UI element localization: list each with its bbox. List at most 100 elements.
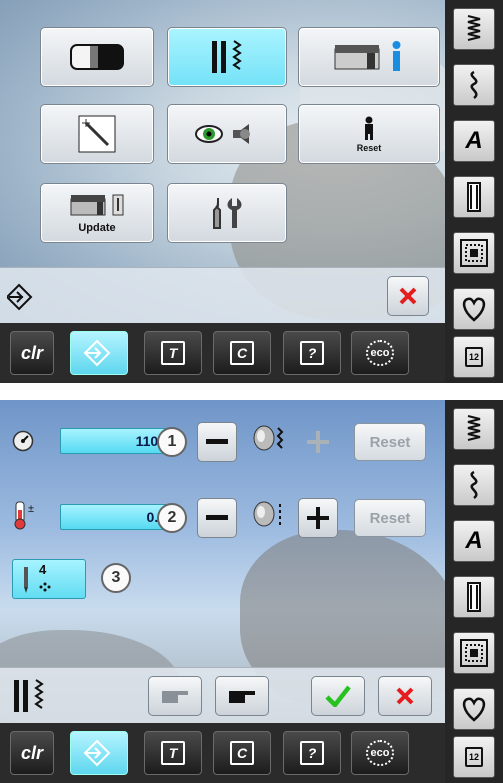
- setup-screen: Reset Update clr T C ? eco A 12: [0, 0, 503, 383]
- help-button[interactable]: ?: [283, 731, 341, 775]
- setup-program-button[interactable]: [70, 331, 128, 375]
- callout-2-label: 2: [167, 509, 177, 526]
- hand-point-icon: [229, 691, 255, 703]
- stitch-settings-lower-panel: [0, 667, 445, 723]
- position-dots-icon: [39, 582, 51, 592]
- pages-label: 12: [464, 747, 483, 767]
- stitch-settings-main-area: 1100 1 Reset ± 0.0 2 Reset 4 3: [0, 400, 445, 723]
- presser-foot-button[interactable]: [215, 676, 269, 716]
- pages-label: 12: [464, 347, 483, 367]
- buttonholes-button[interactable]: [453, 176, 495, 218]
- wave-stitch-icon: [470, 70, 478, 99]
- thermometer-icon: ±: [14, 501, 34, 530]
- tools-icon: [213, 198, 242, 229]
- update-button[interactable]: Update: [40, 183, 154, 243]
- tension-dial-icon: [253, 501, 281, 527]
- alphabets-button[interactable]: A: [453, 120, 495, 162]
- cancel-button[interactable]: [378, 676, 432, 716]
- quilt-icon: [460, 639, 488, 667]
- alphabet-label: A: [465, 127, 483, 154]
- buttonholes-button[interactable]: [453, 576, 495, 618]
- tutorial-button[interactable]: T: [144, 731, 202, 775]
- minus-icon: [206, 439, 228, 444]
- touchscreen-calibration-button[interactable]: [40, 104, 154, 164]
- speed-reset-label: Reset: [369, 433, 411, 451]
- person-icon: [364, 116, 373, 140]
- clear-button[interactable]: clr: [10, 731, 54, 775]
- setup-lower-panel: [0, 267, 445, 323]
- tension-minus-button[interactable]: [197, 498, 237, 538]
- stitch-settings-button[interactable]: [167, 27, 287, 87]
- tutorial-label: T: [161, 341, 185, 365]
- quilt-stitches-button[interactable]: [453, 232, 495, 274]
- quilt-stitches-button[interactable]: [453, 632, 495, 674]
- service-tools-button[interactable]: [167, 183, 287, 243]
- needle-position-button[interactable]: 4: [12, 559, 86, 599]
- decorative-stitches-button[interactable]: [453, 64, 495, 106]
- callout-2: 2: [157, 503, 187, 533]
- tension-reset-button[interactable]: Reset: [354, 499, 426, 537]
- alphabets-button[interactable]: A: [453, 520, 495, 562]
- heart-icon: [462, 297, 486, 322]
- tension-plus-button[interactable]: [298, 498, 338, 538]
- tutorial-button[interactable]: T: [144, 331, 202, 375]
- close-icon: [396, 687, 414, 705]
- confirm-button[interactable]: [311, 676, 365, 716]
- contrast-icon: [70, 44, 124, 70]
- practical-stitches-button[interactable]: [453, 408, 495, 450]
- personal-program-button[interactable]: [453, 288, 495, 330]
- machine-info-icon: [334, 41, 401, 71]
- clr-label: clr: [20, 742, 44, 763]
- callout-1: 1: [157, 427, 187, 457]
- buttonhole-icon: [467, 582, 481, 612]
- callout-3: 3: [101, 563, 131, 593]
- callout-3-label: 3: [111, 569, 121, 586]
- quilt-icon: [460, 239, 488, 267]
- eye-speaker-icon: [195, 124, 250, 144]
- speed-gauge-icon: [12, 430, 34, 452]
- stitch-category-sidebar: A 12: [445, 0, 503, 383]
- bottom-navigation-bar: clr T C ? eco: [0, 323, 445, 383]
- speed-minus-button[interactable]: [197, 422, 237, 462]
- screen-contrast-button[interactable]: [40, 27, 154, 87]
- personal-program-button[interactable]: [453, 688, 495, 730]
- heart-icon: [462, 697, 486, 722]
- speed-plus-button[interactable]: [301, 425, 335, 459]
- plus-icon: [307, 507, 329, 529]
- presser-foot-button-disabled[interactable]: [148, 676, 202, 716]
- wave-stitch-icon: [470, 470, 478, 499]
- tension-reset-label: Reset: [369, 509, 411, 527]
- eco-label: eco: [365, 340, 395, 366]
- thread-tension-dial-icon: [253, 425, 284, 451]
- setup-arrow-icon: [83, 739, 111, 767]
- eco-button[interactable]: eco: [351, 731, 409, 775]
- pages-button[interactable]: 12: [453, 336, 495, 378]
- creative-label: C: [230, 741, 254, 765]
- reset-label: Reset: [356, 142, 382, 153]
- needle-position-value: 4: [39, 562, 47, 577]
- plus-icon-disabled: [307, 431, 329, 453]
- decorative-stitches-button[interactable]: [453, 464, 495, 506]
- creative-consultant-button[interactable]: C: [213, 731, 271, 775]
- audio-visual-button[interactable]: [167, 104, 287, 164]
- stitch-category-sidebar: A 12: [445, 400, 503, 783]
- stitch-settings-icon: [212, 40, 242, 73]
- reset-button[interactable]: Reset: [298, 104, 440, 164]
- alphabet-label: A: [465, 527, 483, 554]
- clr-label: clr: [20, 342, 44, 363]
- pages-button[interactable]: 12: [453, 736, 495, 778]
- close-button[interactable]: [387, 276, 429, 316]
- clear-button[interactable]: clr: [10, 331, 54, 375]
- setup-program-button[interactable]: [70, 731, 128, 775]
- help-label: ?: [300, 341, 324, 365]
- practical-stitches-button[interactable]: [453, 8, 495, 50]
- eco-button[interactable]: eco: [351, 331, 409, 375]
- checkmark-icon: [325, 685, 351, 707]
- machine-info-button[interactable]: [298, 27, 440, 87]
- minus-icon: [206, 515, 228, 520]
- help-button[interactable]: ?: [283, 331, 341, 375]
- buttonhole-icon: [467, 182, 481, 212]
- creative-consultant-button[interactable]: C: [213, 331, 271, 375]
- speed-reset-button[interactable]: Reset: [354, 423, 426, 461]
- hand-point-icon-disabled: [162, 691, 188, 703]
